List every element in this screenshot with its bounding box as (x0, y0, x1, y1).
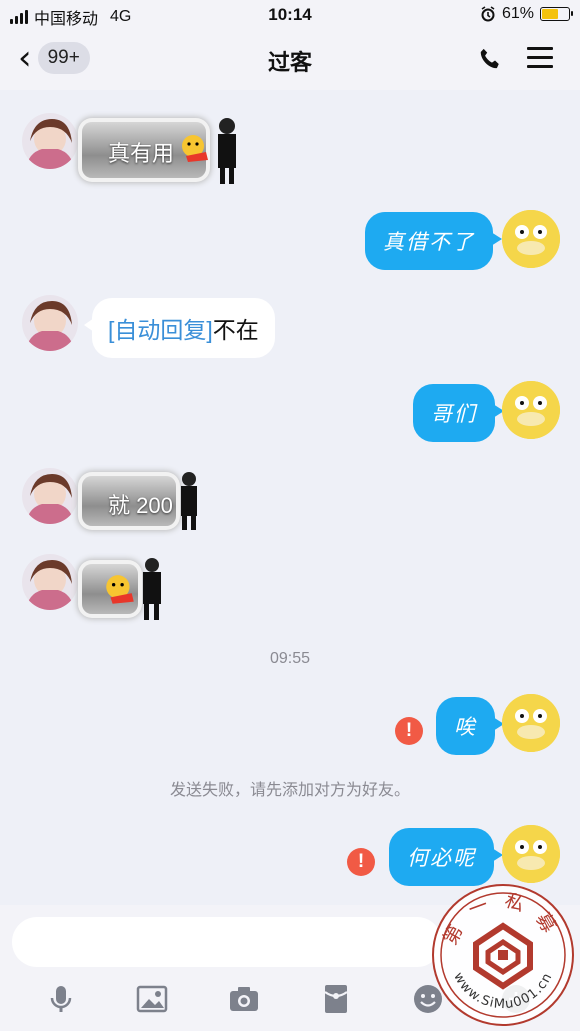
message-text: 何必呢 (407, 846, 476, 870)
anime-figure-icon (143, 558, 161, 620)
svg-text:www.SiMu001.cn: www.SiMu001.cn (450, 970, 555, 1012)
message-input[interactable] (12, 917, 442, 967)
menu-icon (527, 47, 553, 50)
chat-area: 真有用 真借不了 [自动回复]不在 哥们 就 200 09:55 ! 唉 发送失… (0, 90, 580, 905)
anime-figure-icon (181, 472, 197, 530)
avatar[interactable] (22, 554, 78, 610)
watermark-seal: 第一私募 www.SiMu001.cn (432, 884, 574, 1026)
status-right: 61% (480, 5, 573, 23)
timestamp-label: 09:55 (269, 650, 311, 667)
battery-text: 61% (501, 5, 534, 22)
message-text: 就 200 (108, 493, 173, 518)
mic-icon[interactable] (45, 983, 77, 1015)
message-text: 唉 (454, 715, 477, 739)
system-notice: 发送失败，请先添加对方为好友。 (169, 782, 410, 799)
my-avatar[interactable] (502, 210, 560, 268)
send-failed-icon[interactable]: ! (347, 848, 375, 876)
message-bubble-out[interactable]: 真借不了 (365, 212, 502, 270)
avatar[interactable] (22, 295, 78, 351)
camera-icon[interactable] (228, 983, 260, 1015)
status-bar: 中国移动 4G 10:14 61% (0, 0, 580, 30)
avatar[interactable] (22, 113, 78, 169)
my-avatar[interactable] (502, 381, 560, 439)
anime-figure-icon (218, 118, 236, 184)
message-bubble-out[interactable]: 何必呢 (389, 828, 503, 886)
message-text: 真有用 (108, 141, 175, 166)
sticker-message[interactable]: 真有用 (82, 118, 236, 184)
menu-button[interactable] (527, 47, 553, 71)
avatar[interactable] (22, 468, 78, 524)
message-text: 哥们 (431, 402, 477, 426)
my-avatar[interactable] (502, 694, 560, 752)
send-failed-icon[interactable]: ! (395, 717, 423, 745)
emoji-fish-icon (182, 135, 208, 162)
message-bubble-in[interactable]: [自动回复]不在 (84, 298, 275, 358)
sticker-message[interactable]: 就 200 (82, 472, 197, 530)
auto-reply-tag: [自动回复] (108, 317, 213, 343)
emoji-fish-icon (106, 575, 134, 604)
sticker-message[interactable] (82, 558, 161, 620)
red-packet-icon[interactable] (320, 983, 352, 1015)
phone-icon[interactable] (476, 46, 504, 74)
nav-bar: ‹ 99+ 过客 (0, 30, 580, 90)
message-text: 真借不了 (383, 230, 475, 254)
message-text: 不在 (212, 317, 259, 343)
alarm-icon (481, 6, 495, 22)
my-avatar[interactable] (502, 825, 560, 883)
message-bubble-out[interactable]: 唉 (436, 697, 504, 755)
image-icon[interactable] (136, 983, 168, 1015)
battery-icon (540, 7, 573, 21)
watermark-logo-icon: 第一私募 www.SiMu001.cn (439, 889, 566, 1018)
message-bubble-out[interactable]: 哥们 (413, 384, 504, 442)
